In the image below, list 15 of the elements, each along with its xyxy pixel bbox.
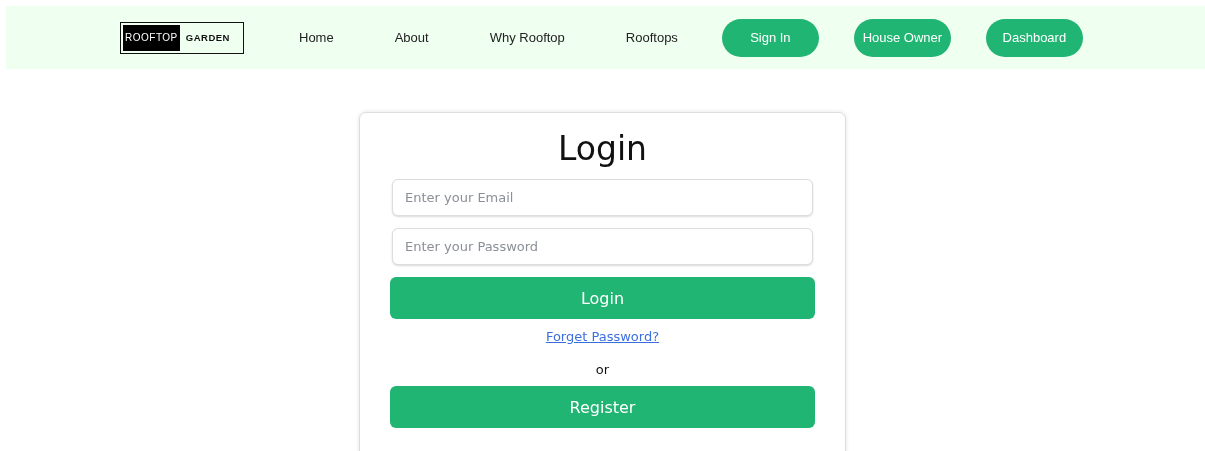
nav-link[interactable]: Rooftops — [625, 30, 678, 45]
nav-link[interactable]: Why Rooftop — [489, 30, 565, 45]
nav-link[interactable]: Home — [299, 30, 334, 45]
nav-link[interactable]: About — [394, 30, 429, 45]
nav-button[interactable]: House Owner — [853, 18, 951, 57]
nav-button[interactable]: Dashboard — [985, 18, 1083, 57]
forgot-password-link[interactable]: Forget Password? — [545, 329, 660, 344]
logo[interactable]: ROOFTOP GARDEN — [120, 21, 244, 54]
register-button[interactable]: Register — [390, 386, 815, 428]
nav-button[interactable]: Sign In — [721, 18, 819, 57]
login-button[interactable]: Login — [390, 277, 815, 319]
input-field[interactable]: Enter your Email — [392, 179, 813, 216]
login-title: Login — [558, 128, 647, 170]
input-field[interactable]: Enter your Password — [392, 228, 813, 265]
separator-text: or — [595, 362, 610, 377]
